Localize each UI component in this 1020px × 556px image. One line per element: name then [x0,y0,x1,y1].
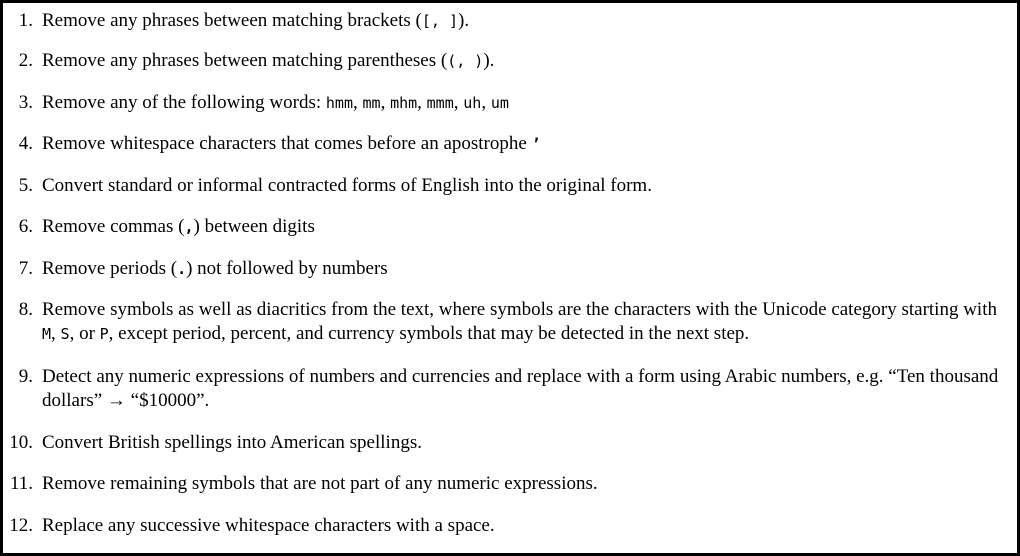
step-number: 9. [18,366,33,387]
step-text: Convert British spellings into American … [42,431,1009,455]
code-token: M [42,325,52,343]
code-token: (, ) [447,52,484,70]
step-number: 5. [18,175,33,196]
code-token: , [184,218,194,236]
step-text-segment: , [453,92,464,113]
step-text: Remove any of the following words: hmm, … [42,91,1009,115]
step-text: Remove remaining symbols that are not pa… [42,472,1009,496]
step-number: 7. [18,258,33,279]
step-number: 8. [18,299,33,320]
step-text-segment: Remove any phrases between matching pare… [42,50,448,71]
step-text-segment: Detect any numeric expressions of number… [42,366,999,411]
step-text-segment: , [481,92,491,113]
step-text-segment: , [380,92,391,113]
code-token: [, ] [421,12,458,30]
step-number: 2. [18,50,33,71]
step-number: 1. [18,10,33,31]
step-text-segment: Replace any successive whitespace charac… [42,515,495,536]
step-text-segment: ). [458,10,470,31]
step-number: 12. [9,515,33,536]
step-text-segment: , [353,92,363,113]
step-text: Remove periods (.) not followed by numbe… [42,257,1009,281]
step-text-segment: Remove any of the following words: [42,92,326,113]
step-text-segment: , or [69,323,100,344]
step-number: 11. [9,473,33,494]
step-text: Remove whitespace characters that comes … [42,132,1009,156]
step-text: Remove commas (,) between digits [42,215,1009,239]
step-text-segment: Remove periods ( [42,258,178,279]
step-number: 3. [18,92,33,113]
code-token: S [60,325,70,343]
step-text: Remove symbols as well as diacritics fro… [42,298,1009,346]
code-token: mmm [426,94,454,112]
step-text-segment: , [51,323,61,344]
step-text-segment: Convert standard or informal contracted … [42,175,652,196]
step-text-segment: ) between digits [193,216,315,237]
normalization-steps-box: 1. Remove any phrases between matching br… [0,0,1020,556]
code-token: uh [463,94,482,112]
step-text-segment: Convert British spellings into American … [42,432,422,453]
code-token: P [99,325,109,343]
step-number: 10. [9,432,33,453]
step-text-segment: Remove commas ( [42,216,185,237]
step-text: Detect any numeric expressions of number… [42,365,1009,413]
step-text-segment: Remove any phrases between matching brac… [42,10,422,31]
step-number: 4. [18,133,33,154]
code-token: um [490,94,509,112]
step-text: Replace any successive whitespace charac… [42,514,1009,538]
code-token: ’ [531,135,541,153]
step-text: Convert standard or informal contracted … [42,174,1009,198]
step-text-segment: ). [483,50,495,71]
code-token: mhm [390,94,418,112]
step-text-segment: ) not followed by numbers [186,258,388,279]
code-token: mm [362,94,381,112]
step-text-segment: , [417,92,427,113]
step-number: 6. [18,216,33,237]
step-text-segment: Remove remaining symbols that are not pa… [42,473,598,494]
code-token: . [177,260,187,278]
step-text-segment: , except period, percent, and currency s… [108,323,750,344]
step-text: Remove any phrases between matching pare… [42,49,1009,73]
step-text: Remove any phrases between matching brac… [42,9,1009,33]
step-text-segment: Remove symbols as well as diacritics fro… [42,299,997,320]
step-text-segment: Remove whitespace characters that comes … [42,133,532,154]
code-token: hmm [325,94,353,112]
